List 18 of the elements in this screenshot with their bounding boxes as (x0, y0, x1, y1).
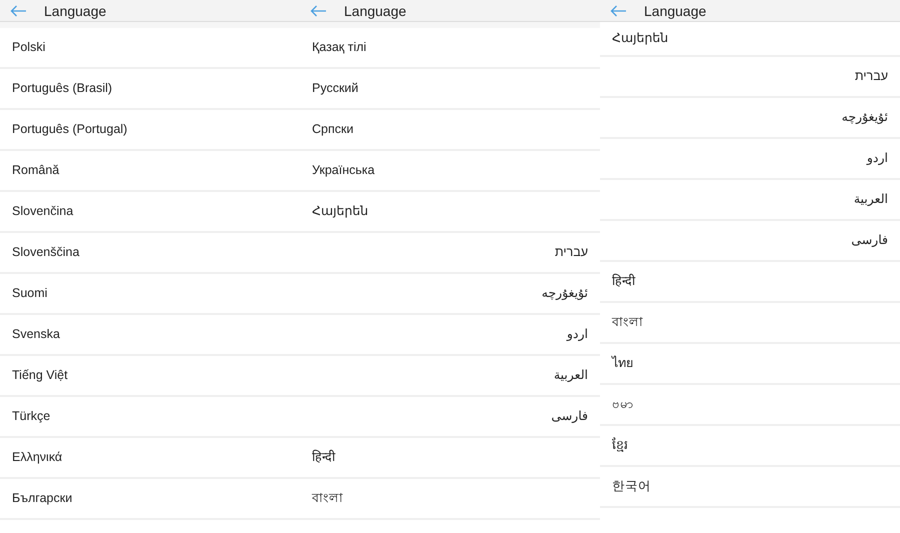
language-row[interactable]: ئۇيغۇرچە (600, 98, 900, 139)
language-row[interactable]: ไทย (600, 344, 900, 385)
back-icon[interactable] (610, 4, 627, 16)
back-icon[interactable] (310, 4, 327, 16)
language-row[interactable]: বাংলা (600, 303, 900, 344)
language-row[interactable]: हिन्दी (600, 262, 900, 303)
language-row[interactable]: اردو (600, 139, 900, 180)
language-row[interactable]: ဗမာ (600, 385, 900, 426)
screen-title: Language (644, 4, 706, 18)
language-row[interactable]: עברית (600, 57, 900, 98)
language-row[interactable]: 한국어 (600, 467, 900, 508)
language-row[interactable]: فارسی (600, 221, 900, 262)
language-row[interactable]: العربية (600, 180, 900, 221)
screen-title: Language (344, 4, 406, 18)
language-row[interactable]: Հայերեն (600, 22, 900, 57)
back-icon[interactable] (10, 4, 27, 16)
screen-title: Language (44, 4, 106, 18)
language-row[interactable]: ខ្មែរ (600, 426, 900, 467)
